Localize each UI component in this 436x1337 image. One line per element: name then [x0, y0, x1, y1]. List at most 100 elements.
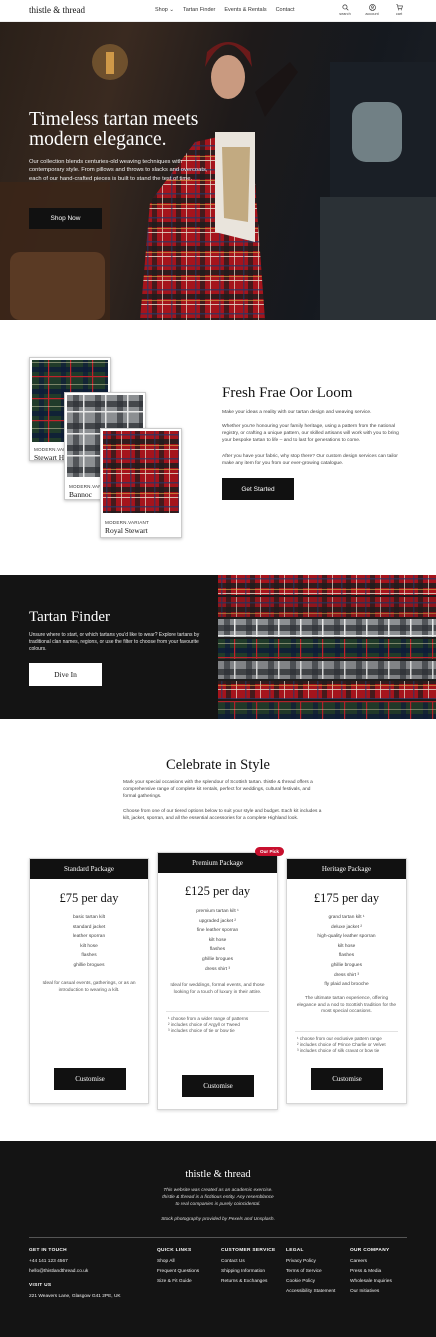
- package-item: fly plaid and brooche: [324, 982, 369, 988]
- cart-label: cart: [395, 12, 403, 16]
- package-item: dress shirt ³: [333, 972, 360, 978]
- footer-disclaimer-line1: This website was created as an academic …: [163, 1188, 273, 1193]
- search-icon: [341, 4, 349, 11]
- swatch-name: Bannoc: [69, 490, 92, 499]
- divider: [295, 1031, 398, 1032]
- footer-link[interactable]: Cookie Policy: [286, 1277, 335, 1287]
- footer-heading: LEGAL: [286, 1248, 304, 1253]
- nav-shop[interactable]: Shop ⌄: [155, 7, 174, 13]
- package-name: Premium Package: [158, 853, 277, 873]
- package-item: ghillie brogues: [331, 962, 362, 968]
- package-note: ³ includes choice of tie or bow tie: [168, 1028, 235, 1034]
- footer-disclaimer-line3: to real companies is purely coincidental…: [175, 1202, 261, 1207]
- nav-contact[interactable]: Contact: [276, 7, 295, 13]
- package-name: Heritage Package: [287, 859, 406, 879]
- footer-col-customer-service: CUSTOMER SERVICE Contact Us Shipping Inf…: [221, 1248, 275, 1287]
- swatch-image: [103, 431, 179, 513]
- dive-in-button[interactable]: Dive In: [29, 663, 102, 686]
- package-items: premium tartan kilt ¹ upgraded jacket ² …: [158, 907, 277, 974]
- our-pick-badge: Our Pick: [255, 847, 284, 856]
- account-label: account: [365, 12, 379, 16]
- search-button[interactable]: search: [337, 4, 353, 16]
- package-item: flashes: [209, 947, 226, 953]
- footer-col-company: OUR COMPANY Careers Press & Media Wholes…: [350, 1248, 392, 1297]
- footer-link[interactable]: Terms of Service: [286, 1267, 335, 1277]
- footer-heading: GET IN TOUCH: [29, 1248, 67, 1253]
- footer-col-quick-links: QUICK LINKS Shop All Frequent Questions …: [157, 1248, 199, 1287]
- swatch-card-royal-stewart[interactable]: MODERN.VARIANT Royal Stewart: [100, 428, 182, 538]
- package-item: dress shirt ³: [204, 966, 231, 972]
- loom-title: Fresh Frae Oor Loom: [222, 385, 353, 401]
- package-item: premium tartan kilt ¹: [196, 909, 239, 914]
- footer-link[interactable]: Privacy Policy: [286, 1257, 335, 1267]
- footer-link[interactable]: Contact Us: [221, 1257, 275, 1267]
- swatch-name: Stewart H: [34, 453, 65, 462]
- loom-section: MODERN.VARIANT Stewart H MODERN.VARIANT …: [0, 320, 436, 575]
- package-card-standard: Standard Package £75 per day basic tarta…: [29, 858, 149, 1104]
- get-started-button[interactable]: Get Started: [222, 478, 294, 500]
- footer-link[interactable]: Our Initiatives: [350, 1287, 392, 1297]
- shop-now-button[interactable]: Shop Now: [29, 208, 102, 229]
- package-item: ghillie brogues: [202, 956, 233, 962]
- customise-premium-button[interactable]: Customise: [182, 1075, 254, 1097]
- footer-link[interactable]: Careers: [350, 1257, 392, 1267]
- search-label: search: [339, 12, 351, 16]
- footer-link[interactable]: Returns & Exchanges: [221, 1277, 275, 1287]
- footer-email[interactable]: hello@thistlandthread.co.uk: [29, 1267, 121, 1277]
- package-description: The ultimate tartan experience, offering…: [296, 996, 397, 1014]
- package-item: upgraded jacket ²: [198, 918, 237, 924]
- package-item: basic tartan kilt: [73, 915, 105, 920]
- customise-heritage-button[interactable]: Customise: [311, 1068, 383, 1090]
- footer-link[interactable]: Size & Fit Guide: [157, 1277, 199, 1287]
- nav-events-rentals[interactable]: Events & Rentals: [224, 7, 266, 13]
- header-icons: search account cart: [337, 4, 407, 16]
- footer-link[interactable]: Accessibility Statement: [286, 1287, 335, 1297]
- footer-brand[interactable]: thistle & thread: [0, 1169, 436, 1180]
- package-name: Standard Package: [30, 859, 148, 879]
- package-item: ghillie brogues: [73, 962, 105, 968]
- celebrate-intro: Mark your special occasions with the spl…: [123, 780, 313, 799]
- hero-title: Timeless tartan meets modern elegance.: [29, 109, 199, 150]
- footer-link[interactable]: Press & Media: [350, 1267, 392, 1277]
- cart-button[interactable]: cart: [391, 4, 407, 16]
- package-description: Ideal for casual events, gatherings, or …: [42, 981, 136, 993]
- hero-description: Our collection blends centuries-old weav…: [29, 159, 208, 182]
- footer-link[interactable]: Shop All: [157, 1257, 199, 1267]
- package-description: Ideal for weddings, formal events, and t…: [170, 983, 265, 995]
- package-price: £125 per day: [184, 884, 251, 898]
- package-item: grand tartan kilt ¹: [328, 915, 365, 920]
- footer-heading: VISIT US: [29, 1283, 52, 1288]
- package-items: grand tartan kilt ¹ deluxe jacket ² high…: [287, 913, 406, 990]
- footer-heading: QUICK LINKS: [157, 1248, 192, 1253]
- site-header: thistle & thread Shop ⌄ Tartan Finder Ev…: [0, 0, 436, 22]
- celebrate-tiers: Choose from one of our tiered options be…: [123, 809, 322, 821]
- nav-tartan-finder[interactable]: Tartan Finder: [183, 7, 215, 13]
- package-items: basic tartan kilt standard jacket leathe…: [30, 913, 148, 971]
- loom-intro: Make your ideas a reality with our tarta…: [222, 410, 372, 415]
- package-item: standard jacket: [72, 924, 106, 930]
- package-item: flashes: [338, 953, 355, 959]
- package-item: deluxe jacket ²: [331, 924, 362, 930]
- footer-address: 221 Weavers Lane, Glasgow G41 2PE, UK: [29, 1294, 121, 1299]
- swatch-variant: MODERN.VARIANT: [105, 520, 150, 525]
- swatch-name: Royal Stewart: [105, 526, 148, 535]
- footer-col-legal: LEGAL Privacy Policy Terms of Service Co…: [286, 1248, 335, 1297]
- footer-link[interactable]: Frequent Questions: [157, 1267, 199, 1277]
- footer-phone[interactable]: +44 141 123 4567: [29, 1257, 121, 1267]
- footer-link[interactable]: Wholesale Inquiries: [350, 1277, 392, 1287]
- footer-link[interactable]: Shipping Information: [221, 1267, 275, 1277]
- main-nav: Shop ⌄ Tartan Finder Events & Rentals Co…: [155, 7, 295, 13]
- customise-standard-button[interactable]: Customise: [54, 1068, 126, 1090]
- account-icon: [368, 4, 376, 11]
- package-item: leather sporran: [72, 934, 106, 940]
- package-item: flashes: [81, 953, 97, 959]
- package-item: fine leather sporran: [196, 928, 239, 934]
- package-item: kilt hose: [337, 943, 356, 949]
- package-item: high-quality leather sporran: [317, 934, 376, 940]
- loom-paragraph-heritage: Whether you're honouring your family her…: [222, 424, 399, 443]
- footer-disclaimer-line2: thistle & thread is a fictitious entity.…: [162, 1195, 274, 1200]
- finder-title: Tartan Finder: [29, 609, 111, 625]
- account-button[interactable]: account: [364, 4, 380, 16]
- package-card-heritage: Heritage Package £175 per day grand tart…: [286, 858, 407, 1104]
- brand-logo[interactable]: thistle & thread: [29, 5, 85, 15]
